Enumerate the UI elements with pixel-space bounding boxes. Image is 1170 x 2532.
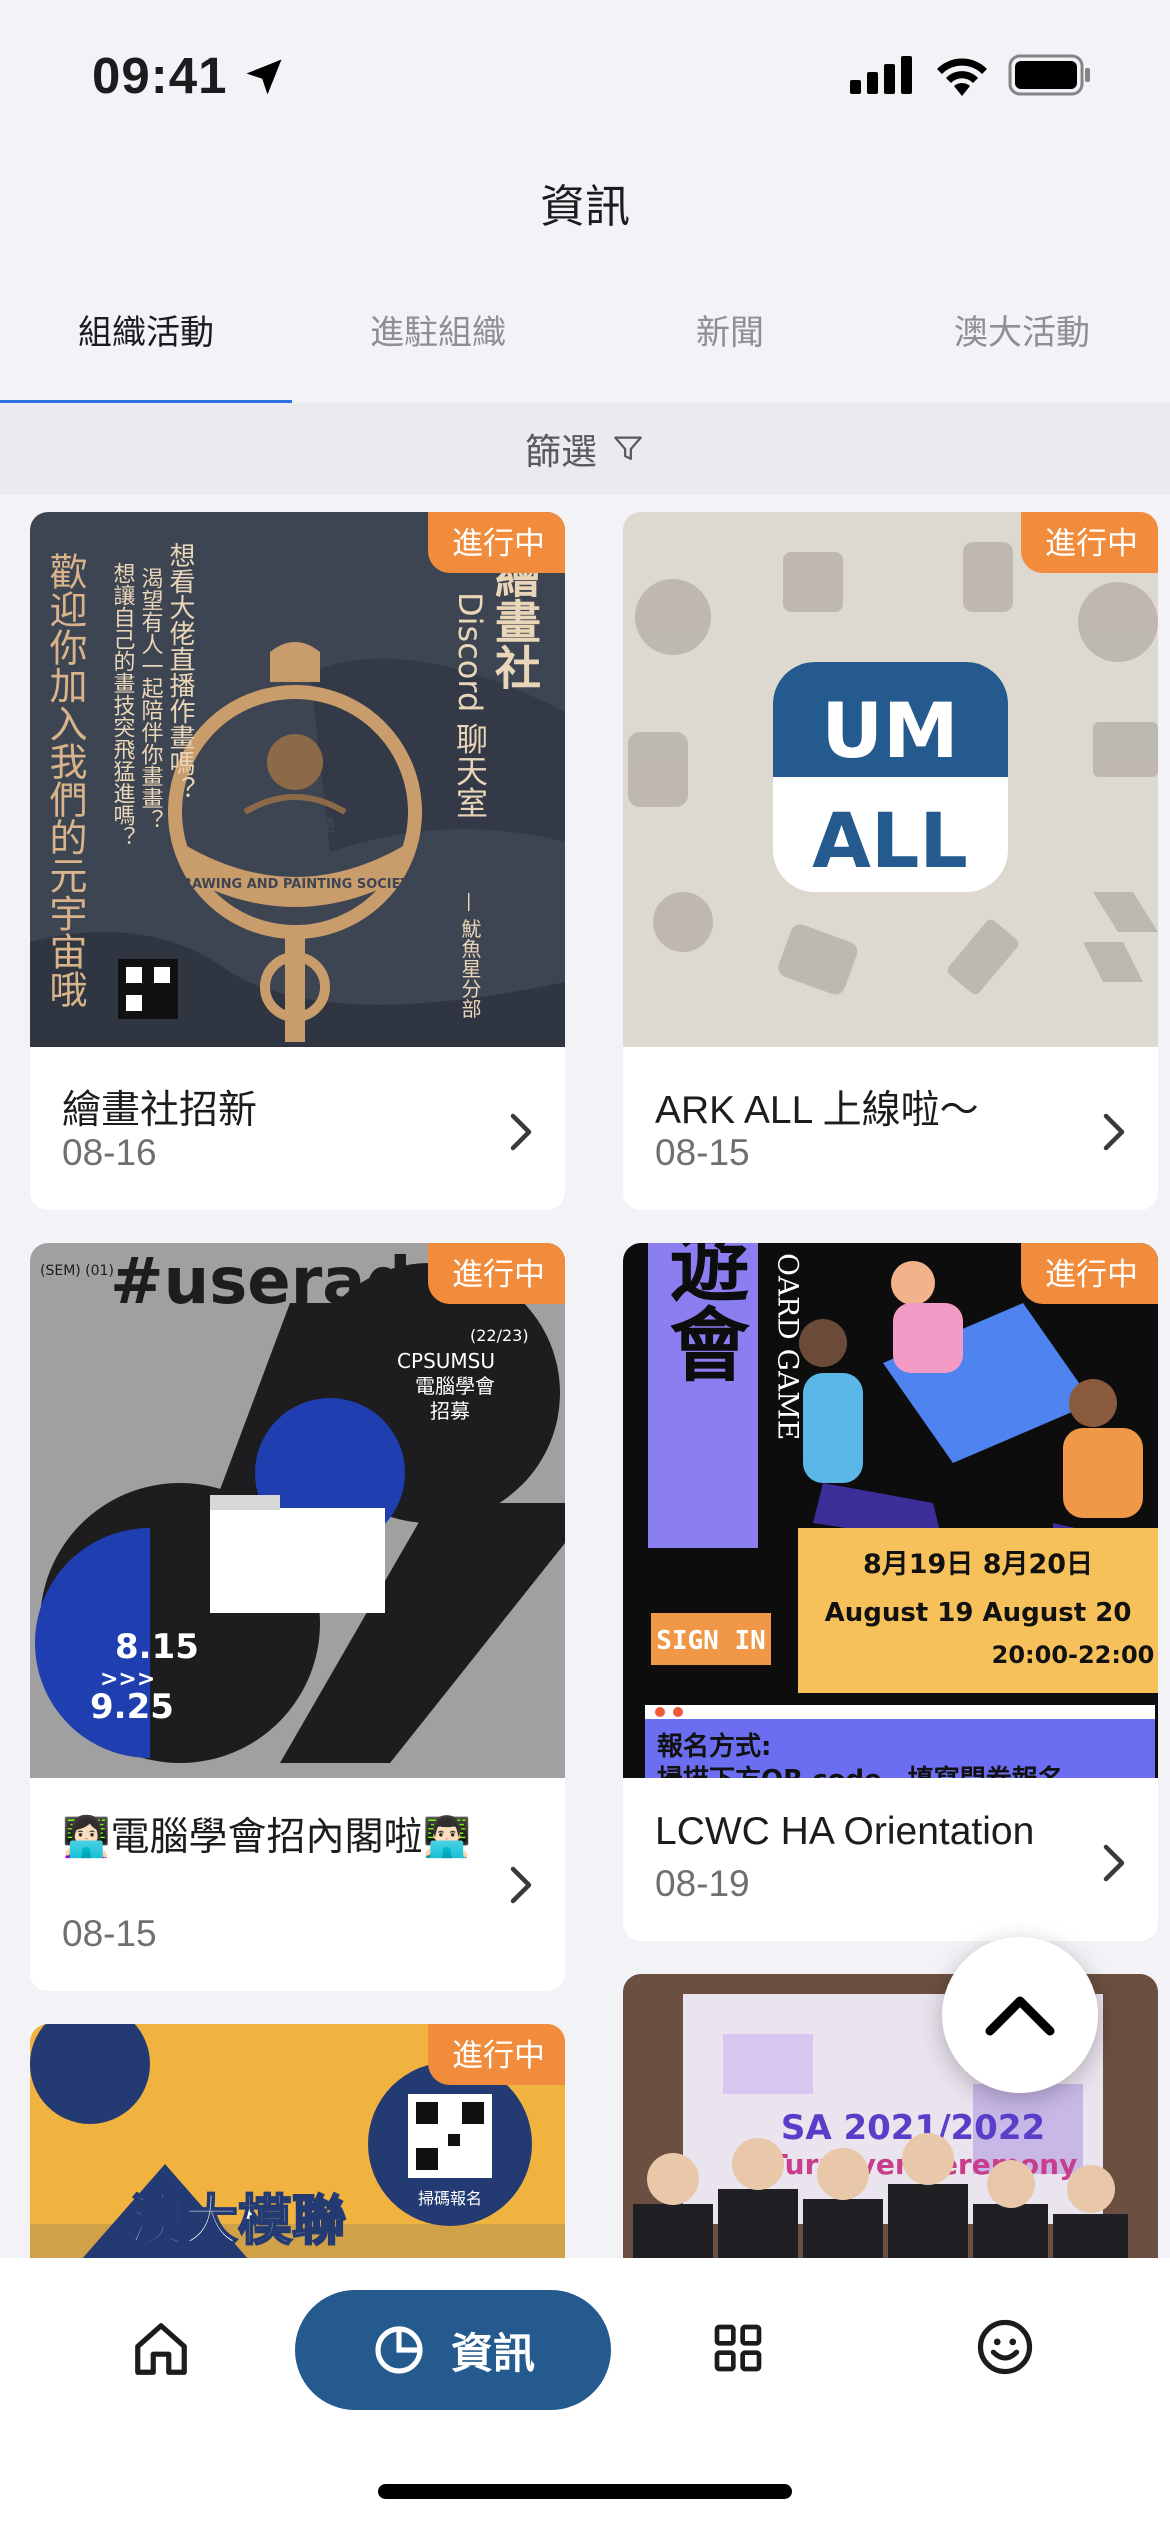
page-title: 資訊 [539,181,630,232]
poster-seal-ribbon: DRAWING AND PAINTING SOCIETY [171,877,419,892]
poster-side-note: — 魷魚星分部 [458,892,482,1018]
chevron-up-icon [985,1996,1055,2036]
activity-card[interactable]: 歡迎你加入我們的元宇宙哦 想看大佬直播作畫嗎？ 渴望有人一起陪伴你畫畫？ 想讓自… [30,512,565,1210]
location-arrow-icon [246,59,282,95]
card-date: 08-15 [655,1132,750,1173]
card-date: 08-16 [62,1132,157,1173]
card-image-computer-society: #useradd (SEM) (01) (22/23) CPSUMSU 電腦學會… [30,1243,565,1778]
filter-label: 篩選 [524,431,597,472]
poster-dates-cn: 8月19日 8月20日 [863,1549,1093,1580]
news-icon [375,2326,423,2374]
card-title: 繪畫社招新 [62,1089,258,1132]
chevron-right-icon [1103,1113,1125,1151]
poster-time: 20:00-22:00 [992,1641,1155,1669]
poster-scan-label: 掃碼報名 [418,2189,482,2208]
poster-mid-column-2: 渴望有人一起陪伴你畫畫？ [138,567,164,831]
nav-news-label: 資訊 [450,2329,535,2377]
poster-reg-title: 報名方式: [657,1731,771,1762]
status-badge: 進行中 [1021,1243,1158,1304]
um-all-poster: UM ALL [628,542,1158,995]
status-badge: 進行中 [428,2024,565,2085]
poster-headline: #useradd [110,1245,457,1319]
poster-reg-text: 掃描下方QR code，填寫問卷報名。 [657,1764,1090,1778]
card-date: 08-19 [655,1863,750,1904]
activity-card[interactable]: UM ALL 進行中 ARK ALL 上線啦～ 08-15 [623,512,1158,1210]
poster-year: (22/23) [470,1326,529,1345]
activity-card[interactable]: 桌遊會 OARD GAME 8月19日 8月20日 August 19 Augu… [623,1243,1158,1941]
tab-news[interactable]: 新聞 [584,295,876,403]
poster-recruit: 招募 [430,1399,470,1423]
poster-dates-en: August 19 August 20 [825,1598,1132,1628]
card-image-um-all: UM ALL [623,512,1158,1047]
poster-org-cn: 電腦學會 [415,1374,495,1398]
poster-main-text: 澳大模聯 [130,2189,346,2252]
poster-seal-mid: 繪畫社 [262,838,328,864]
chevron-right-icon [510,1113,532,1151]
tab-um-activities[interactable]: 澳大活動 [876,295,1168,403]
chevron-right-icon [1103,1844,1125,1882]
card-date: 08-15 [62,1913,157,1954]
poster-side-subtitle: Discord 聊天室 [451,592,489,818]
poster-mid-column-3: 想讓自己的畫技突飛猛進嗎？ [110,562,136,848]
nav-news-button[interactable]: 資訊 [295,2290,611,2410]
status-bar: 09:41 [0,0,1170,150]
grid-icon[interactable] [710,2320,766,2376]
wifi-icon [937,58,987,96]
activity-card[interactable]: #useradd (SEM) (01) (22/23) CPSUMSU 電腦學會… [30,1243,565,1991]
home-indicator [378,2484,792,2499]
filter-button[interactable]: 篩選 [0,403,1170,495]
card-image-drawing-society: 歡迎你加入我們的元宇宙哦 想看大佬直播作畫嗎？ 渴望有人一起陪伴你畫畫？ 想讓自… [30,512,565,1047]
poster-sem: (SEM) (01) [40,1263,114,1279]
logo-text-all: ALL [812,796,968,885]
home-icon[interactable] [130,2318,192,2380]
status-badge: 進行中 [428,1243,565,1304]
status-badge: 進行中 [428,512,565,573]
computer-society-poster: #useradd (SEM) (01) (22/23) CPSUMSU 電腦學會… [35,1245,565,1763]
poster-date-start: 8.15 [115,1627,199,1667]
face-icon[interactable] [974,2316,1036,2378]
poster-left-column: 歡迎你加入我們的元宇宙哦 [43,552,87,1008]
board-game-poster: 桌遊會 OARD GAME 8月19日 8月20日 August 19 Augu… [645,1243,1158,1778]
tab-bar: 組織活動 進駐組織 新聞 澳大活動 [0,295,1170,405]
status-badge: 進行中 [1021,512,1158,573]
card-image-board-game: 桌遊會 OARD GAME 8月19日 8月20日 August 19 Augu… [623,1243,1158,1778]
poster-sign-in: SIGN IN [656,1626,766,1656]
tab-organization-activities[interactable]: 組織活動 [0,295,292,403]
cellular-signal-icon [850,56,912,94]
logo-text-um: UM [821,686,958,775]
scroll-to-top-button[interactable] [942,1937,1098,2093]
poster-mid-column-1: 想看大佬直播作畫嗎？ [165,542,195,802]
status-time: 09:41 [92,47,228,104]
drawing-society-poster: 歡迎你加入我們的元宇宙哦 想看大佬直播作畫嗎？ 渴望有人一起陪伴你畫畫？ 想讓自… [30,542,565,1047]
poster-org: CPSUMSU [397,1349,495,1373]
poster-seal-top: 澳門大學 [255,815,335,839]
poster-vertical-title: 桌遊會 [657,1243,750,1383]
poster-date-end: 9.25 [90,1687,174,1727]
battery-icon [1008,54,1090,96]
card-title: 👩🏻‍💻電腦學會招內閣啦👨🏻‍💻 [62,1816,472,1859]
card-title: LCWC HA Orientation [655,1810,1035,1853]
tab-resident-organizations[interactable]: 進駐組織 [292,295,584,403]
filter-icon [614,436,642,461]
card-title: ARK ALL 上線啦～ [655,1089,979,1132]
chevron-right-icon [510,1866,532,1904]
